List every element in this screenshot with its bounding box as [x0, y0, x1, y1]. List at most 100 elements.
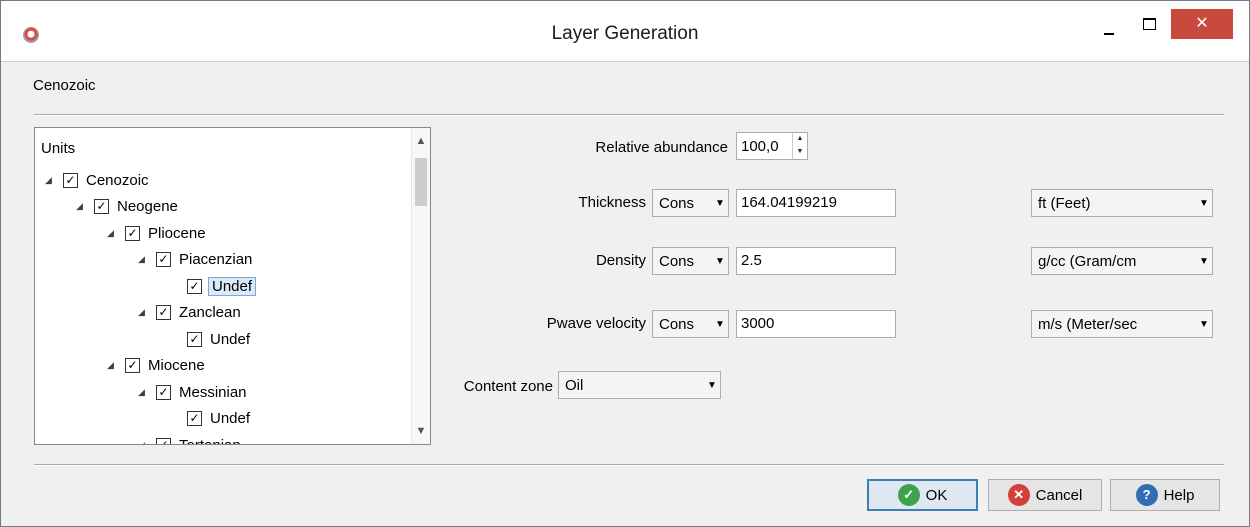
node-checkbox[interactable]: ✓: [63, 172, 78, 188]
density-mode-value: Cons: [659, 252, 695, 270]
cancel-label: Cancel: [1035, 486, 1083, 504]
tree-node-label[interactable]: Undef: [208, 409, 252, 428]
window-title: Layer Generation: [551, 23, 699, 44]
tree-node-label[interactable]: Pliocene: [146, 224, 208, 243]
chevron-down-icon: ▼: [715, 197, 725, 209]
tree-node[interactable]: ◢ ✓ Zanclean: [138, 302, 243, 324]
tree-node-label[interactable]: Tortonian: [177, 436, 243, 445]
content-zone-label: Content zone: [463, 378, 553, 395]
spin-down-icon[interactable]: ▼: [793, 146, 807, 159]
expand-triangle-icon[interactable]: ◢: [138, 440, 148, 445]
check-icon: ✓: [897, 484, 920, 506]
tree-node-label[interactable]: Miocene: [146, 356, 207, 375]
bottom-divider: [34, 464, 1224, 466]
node-checkbox[interactable]: ✓: [94, 199, 109, 214]
close-icon: ✕: [1195, 15, 1209, 32]
thickness-label: Thickness: [578, 194, 646, 211]
scroll-down-icon[interactable]: ▼: [412, 422, 430, 440]
pwave-input[interactable]: 3000: [736, 310, 896, 338]
density-mode-select[interactable]: Cons ▼: [652, 247, 729, 275]
pwave-unit-value: m/s (Meter/sec: [1038, 315, 1138, 333]
relative-abundance-spinner[interactable]: 100,0 ▲ ▼: [736, 132, 808, 160]
tree-leaf[interactable]: ✓ Undef: [169, 328, 252, 350]
close-button[interactable]: ✕: [1171, 9, 1233, 39]
node-checkbox[interactable]: ✓: [187, 278, 202, 294]
spinner-buttons[interactable]: ▲ ▼: [792, 133, 807, 159]
content-zone-value: Oil: [565, 376, 584, 394]
density-input[interactable]: 2.5: [736, 247, 896, 275]
ok-label: OK: [925, 486, 948, 504]
ok-button[interactable]: ✓ OK: [867, 479, 978, 511]
tree-node[interactable]: ◢ ✓ Miocene: [107, 355, 207, 377]
chevron-down-icon: ▼: [715, 255, 725, 267]
tree-scrollbar[interactable]: ▲ ▼: [411, 128, 430, 444]
expand-triangle-icon[interactable]: ◢: [138, 307, 148, 318]
scroll-thumb[interactable]: [415, 158, 427, 206]
thickness-unit-select[interactable]: ft (Feet) ▼: [1031, 189, 1213, 217]
chevron-down-icon: ▼: [715, 318, 725, 330]
relative-abundance-value[interactable]: 100,0: [737, 138, 792, 155]
tree-node[interactable]: ◢ ✓ Piacenzian: [138, 249, 254, 271]
tree-node[interactable]: ◢ ✓ Tortonian: [138, 434, 243, 445]
tree-node-label[interactable]: Undef: [208, 276, 257, 296]
tree-node-label[interactable]: Messinian: [177, 383, 249, 402]
expand-triangle-icon[interactable]: ◢: [107, 228, 117, 239]
node-checkbox[interactable]: ✓: [187, 411, 202, 426]
help-icon: ?: [1135, 484, 1158, 506]
density-unit-value: g/cc (Gram/cm: [1038, 252, 1137, 270]
help-button[interactable]: ? Help: [1110, 479, 1220, 511]
node-checkbox[interactable]: ✓: [125, 358, 140, 373]
spin-up-icon[interactable]: ▲: [793, 133, 807, 146]
relative-abundance-label: Relative abundance: [595, 139, 728, 156]
thickness-mode-value: Cons: [659, 194, 695, 212]
layer-generation-dialog: Layer Generation ✕ Cenozoic Units ◢ ✓ Ceno…: [0, 0, 1250, 527]
pwave-unit-select[interactable]: m/s (Meter/sec ▼: [1031, 310, 1213, 338]
tree-node-label[interactable]: Cenozoic: [84, 171, 151, 190]
tree-node-label[interactable]: Neogene: [115, 197, 180, 216]
content-zone-select[interactable]: Oil ▼: [558, 371, 721, 399]
pwave-label: Pwave velocity: [546, 315, 646, 332]
units-tree[interactable]: Units ◢ ✓ Cenozoic ◢ ✓ Neogene ◢ ✓ Pliocene ◢ ✓ Pia…: [34, 127, 431, 445]
pwave-mode-select[interactable]: Cons ▼: [652, 310, 729, 338]
expand-triangle-icon[interactable]: ◢: [45, 175, 55, 186]
chevron-down-icon: ▼: [1199, 255, 1209, 267]
tree-node[interactable]: ◢ ✓ Neogene: [76, 196, 180, 218]
thickness-mode-select[interactable]: Cons ▼: [652, 189, 729, 217]
thickness-input[interactable]: 164.04199219: [736, 189, 896, 217]
chevron-down-icon: ▼: [707, 379, 717, 391]
tree-node[interactable]: ◢ ✓ Messinian: [138, 381, 249, 403]
tree-leaf[interactable]: ✓ Undef: [169, 408, 252, 430]
tree-node-label[interactable]: Piacenzian: [177, 250, 254, 269]
expand-triangle-icon[interactable]: ◢: [138, 254, 148, 265]
node-checkbox[interactable]: ✓: [156, 437, 171, 444]
node-checkbox[interactable]: ✓: [156, 384, 171, 400]
density-label: Density: [595, 252, 646, 269]
density-unit-select[interactable]: g/cc (Gram/cm ▼: [1031, 247, 1213, 275]
chevron-down-icon: ▼: [1199, 318, 1209, 330]
tree-node-label[interactable]: Undef: [208, 330, 252, 349]
chevron-down-icon: ▼: [1199, 197, 1209, 209]
minimize-button[interactable]: [1096, 13, 1124, 41]
thickness-unit-value: ft (Feet): [1038, 194, 1091, 212]
scroll-up-icon[interactable]: ▲: [412, 132, 430, 150]
title-bar: Layer Generation ✕: [1, 1, 1249, 62]
tree-node[interactable]: ◢ ✓ Pliocene: [107, 222, 208, 244]
node-checkbox[interactable]: ✓: [156, 305, 171, 320]
tree-header: Units: [41, 140, 76, 157]
help-label: Help: [1163, 486, 1195, 504]
cancel-icon: ✕: [1007, 484, 1030, 506]
node-checkbox[interactable]: ✓: [125, 225, 140, 241]
tree-leaf[interactable]: ✓ Undef: [169, 275, 257, 297]
tree-node[interactable]: ◢ ✓ Cenozoic: [45, 169, 151, 191]
pwave-mode-value: Cons: [659, 315, 695, 333]
expand-triangle-icon[interactable]: ◢: [76, 201, 86, 212]
tree-node-label[interactable]: Zanclean: [177, 303, 243, 322]
expand-triangle-icon[interactable]: ◢: [107, 360, 117, 371]
maximize-button[interactable]: [1136, 13, 1164, 41]
expand-triangle-icon[interactable]: ◢: [138, 387, 148, 398]
node-checkbox[interactable]: ✓: [187, 331, 202, 347]
cancel-button[interactable]: ✕ Cancel: [988, 479, 1102, 511]
top-divider: [34, 114, 1224, 116]
section-header: Cenozoic: [33, 77, 96, 94]
node-checkbox[interactable]: ✓: [156, 252, 171, 267]
